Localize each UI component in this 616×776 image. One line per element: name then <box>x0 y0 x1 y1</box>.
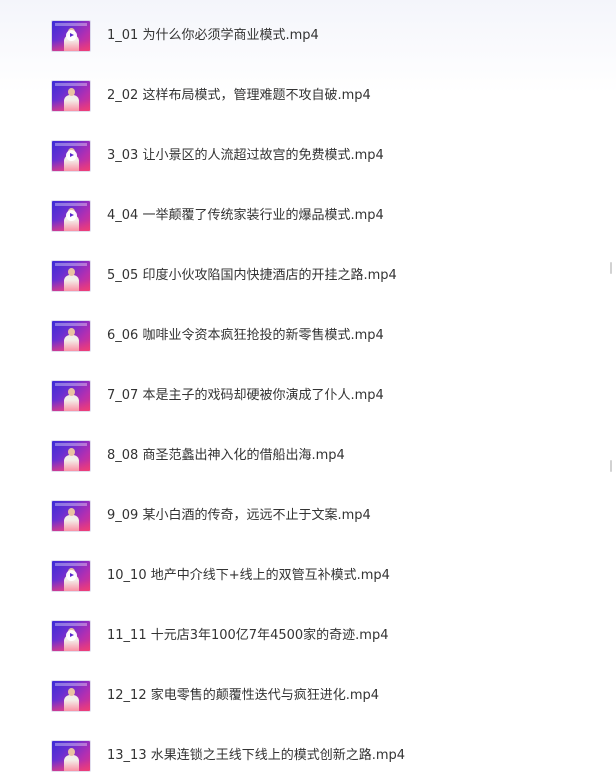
file-name: 9_09 某小白酒的传奇，远远不止于文案.mp4 <box>107 508 371 523</box>
video-thumbnail-icon <box>52 441 90 471</box>
file-name: 11_11 十元店3年100亿7年4500家的奇迹.mp4 <box>107 628 389 643</box>
file-item[interactable]: 8_08 商圣范蠡出神入化的借船出海.mp4 <box>0 436 600 476</box>
file-name: 3_03 让小景区的人流超过故宫的免费模式.mp4 <box>107 148 384 163</box>
video-thumbnail-icon <box>52 261 90 291</box>
file-name: 7_07 本是主子的戏码却硬被你演成了仆人.mp4 <box>107 388 384 403</box>
file-item[interactable]: 10_10 地产中介线下+线上的双管互补模式.mp4 <box>0 556 600 596</box>
file-name: 8_08 商圣范蠡出神入化的借船出海.mp4 <box>107 448 345 463</box>
scrollbar[interactable] <box>604 0 616 776</box>
file-item[interactable]: 5_05 印度小伙攻陷国内快捷酒店的开挂之路.mp4 <box>0 256 600 296</box>
play-icon <box>66 30 77 41</box>
video-thumbnail-icon <box>52 141 90 171</box>
video-thumbnail-icon <box>52 201 90 231</box>
file-name: 5_05 印度小伙攻陷国内快捷酒店的开挂之路.mp4 <box>107 268 397 283</box>
file-name: 6_06 咖啡业令资本疯狂抢投的新零售模式.mp4 <box>107 328 384 343</box>
file-item[interactable]: 7_07 本是主子的戏码却硬被你演成了仆人.mp4 <box>0 376 600 416</box>
video-thumbnail-icon <box>52 621 90 651</box>
play-icon <box>66 630 77 641</box>
video-thumbnail-icon <box>52 561 90 591</box>
play-icon <box>66 570 77 581</box>
video-thumbnail-icon <box>52 741 90 771</box>
video-thumbnail-icon <box>52 21 90 51</box>
file-item[interactable]: 11_11 十元店3年100亿7年4500家的奇迹.mp4 <box>0 616 600 656</box>
video-thumbnail-icon <box>52 381 90 411</box>
video-thumbnail-icon <box>52 501 90 531</box>
file-name: 12_12 家电零售的颠覆性迭代与疯狂进化.mp4 <box>107 688 380 703</box>
play-icon <box>66 150 77 161</box>
video-thumbnail-icon <box>52 321 90 351</box>
file-name: 2_02 这样布局模式，管理难题不攻自破.mp4 <box>107 88 371 103</box>
file-item[interactable]: 2_02 这样布局模式，管理难题不攻自破.mp4 <box>0 76 600 116</box>
file-name: 1_01 为什么你必须学商业模式.mp4 <box>107 28 319 43</box>
file-item[interactable]: 12_12 家电零售的颠覆性迭代与疯狂进化.mp4 <box>0 676 600 716</box>
file-item[interactable]: 1_01 为什么你必须学商业模式.mp4 <box>0 16 600 56</box>
file-item[interactable]: 3_03 让小景区的人流超过故宫的免费模式.mp4 <box>0 136 600 176</box>
file-name: 10_10 地产中介线下+线上的双管互补模式.mp4 <box>107 568 390 583</box>
file-item[interactable]: 4_04 一举颠覆了传统家装行业的爆品模式.mp4 <box>0 196 600 236</box>
video-thumbnail-icon <box>52 681 90 711</box>
file-name: 4_04 一举颠覆了传统家装行业的爆品模式.mp4 <box>107 208 384 223</box>
file-item[interactable]: 9_09 某小白酒的传奇，远远不止于文案.mp4 <box>0 496 600 536</box>
scrollbar-thumb[interactable] <box>610 460 612 472</box>
video-thumbnail-icon <box>52 81 90 111</box>
play-icon <box>66 210 77 221</box>
file-item[interactable]: 6_06 咖啡业令资本疯狂抢投的新零售模式.mp4 <box>0 316 600 356</box>
file-name: 13_13 水果连锁之王线下线上的模式创新之路.mp4 <box>107 748 406 763</box>
scrollbar-thumb[interactable] <box>610 262 612 274</box>
video-file-list: 1_01 为什么你必须学商业模式.mp4 2_02 这样布局模式，管理难题不攻自… <box>0 0 616 776</box>
file-item[interactable]: 13_13 水果连锁之王线下线上的模式创新之路.mp4 <box>0 736 600 776</box>
